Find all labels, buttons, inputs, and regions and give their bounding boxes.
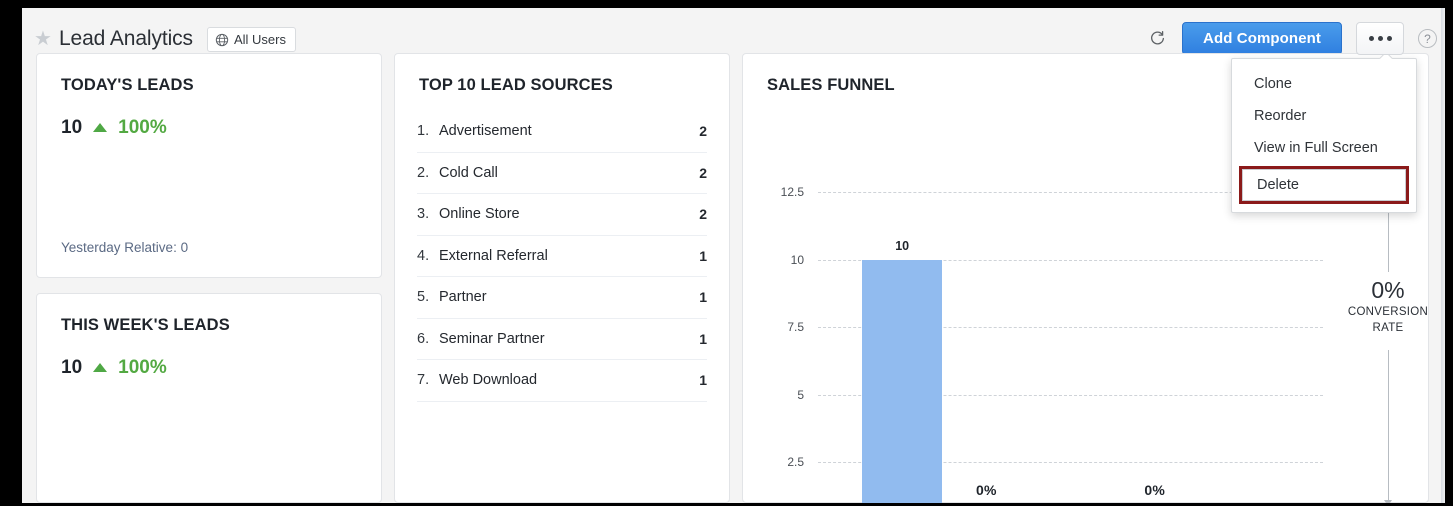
conversion-rate-value: 0% bbox=[1348, 277, 1428, 304]
more-options-button[interactable] bbox=[1356, 22, 1404, 55]
funnel-step-percent: 0% bbox=[976, 482, 997, 498]
todays-leads-card: TODAY'S LEADS 10 100% Yesterday Relative… bbox=[36, 53, 382, 278]
conversion-arrow-icon bbox=[1384, 500, 1392, 503]
lead-source-name: Online Store bbox=[439, 206, 699, 222]
chart-bar[interactable] bbox=[862, 260, 942, 503]
lead-source-row[interactable]: 5.Partner1 bbox=[417, 277, 707, 319]
lead-source-rank: 5. bbox=[417, 289, 439, 305]
ellipsis-dot bbox=[1369, 36, 1374, 41]
top-lead-sources-title: TOP 10 LEAD SOURCES bbox=[395, 54, 729, 95]
lead-source-row[interactable]: 3.Online Store2 bbox=[417, 194, 707, 236]
conversion-rate-label: RATE bbox=[1348, 321, 1428, 336]
this-weeks-leads-title: THIS WEEK'S LEADS bbox=[37, 294, 381, 335]
lead-source-name: Seminar Partner bbox=[439, 331, 699, 347]
menu-item-clone[interactable]: Clone bbox=[1232, 68, 1416, 100]
refresh-button[interactable] bbox=[1146, 28, 1168, 50]
chart-y-axis-tick: 5 bbox=[797, 388, 804, 402]
todays-leads-trend: 100% bbox=[118, 117, 167, 139]
this-weeks-leads-kpi: 10 100% bbox=[37, 335, 381, 379]
lead-source-count: 2 bbox=[699, 165, 707, 181]
this-weeks-leads-value: 10 bbox=[61, 357, 82, 379]
todays-leads-value: 10 bbox=[61, 117, 82, 139]
lead-source-rank: 7. bbox=[417, 372, 439, 388]
lead-source-name: Web Download bbox=[439, 372, 699, 388]
lead-source-count: 1 bbox=[699, 331, 707, 347]
lead-source-rank: 3. bbox=[417, 206, 439, 222]
conversion-connector-line bbox=[1388, 350, 1389, 502]
chart-y-axis-tick: 7.5 bbox=[787, 320, 804, 334]
add-component-button[interactable]: Add Component bbox=[1182, 22, 1342, 55]
trend-up-icon bbox=[93, 123, 107, 132]
conversion-rate-block: 0%CONVERSIONRATE bbox=[1348, 277, 1428, 336]
funnel-step-percent: 0% bbox=[1144, 482, 1165, 498]
chart-y-axis-tick: 12.5 bbox=[781, 185, 804, 199]
lead-source-rank: 1. bbox=[417, 123, 439, 139]
ellipsis-dot bbox=[1378, 36, 1383, 41]
conversion-rate-label: CONVERSION bbox=[1348, 305, 1428, 320]
lead-source-row[interactable]: 4.External Referral1 bbox=[417, 236, 707, 278]
lead-sources-list: 1.Advertisement22.Cold Call23.Online Sto… bbox=[395, 95, 729, 402]
page-title: Lead Analytics bbox=[59, 27, 193, 51]
lead-source-rank: 6. bbox=[417, 331, 439, 347]
trend-up-icon bbox=[93, 363, 107, 372]
chart-bar-label: 10 bbox=[895, 239, 909, 253]
ellipsis-dot bbox=[1387, 36, 1392, 41]
lead-source-count: 1 bbox=[699, 372, 707, 388]
lead-source-row[interactable]: 7.Web Download1 bbox=[417, 360, 707, 402]
funnel-step-arrow-icon: → bbox=[1144, 501, 1165, 503]
todays-leads-footer: Yesterday Relative: 0 bbox=[61, 240, 188, 255]
lead-source-name: Advertisement bbox=[439, 123, 699, 139]
funnel-step-transition: 0% → bbox=[976, 482, 997, 503]
funnel-step-arrow-icon: → bbox=[976, 501, 997, 503]
star-icon[interactable]: ★ bbox=[34, 29, 52, 49]
all-users-label: All Users bbox=[234, 32, 286, 47]
menu-item-reorder[interactable]: Reorder bbox=[1232, 100, 1416, 132]
this-weeks-leads-trend: 100% bbox=[118, 357, 167, 379]
lead-source-count: 1 bbox=[699, 289, 707, 305]
top-lead-sources-card: TOP 10 LEAD SOURCES 1.Advertisement22.Co… bbox=[394, 53, 730, 503]
refresh-icon bbox=[1149, 30, 1166, 47]
todays-leads-kpi: 10 100% bbox=[37, 95, 381, 139]
lead-source-rank: 4. bbox=[417, 248, 439, 264]
header-right-group: Add Component ? bbox=[1146, 22, 1441, 55]
chart-y-axis-tick: 10 bbox=[791, 253, 804, 267]
all-users-scope-button[interactable]: All Users bbox=[207, 27, 296, 52]
menu-item-delete[interactable]: Delete bbox=[1239, 166, 1409, 204]
lead-source-row[interactable]: 2.Cold Call2 bbox=[417, 153, 707, 195]
funnel-step-transition: 0% → bbox=[1144, 482, 1165, 503]
lead-source-rank: 2. bbox=[417, 165, 439, 181]
lead-source-name: Cold Call bbox=[439, 165, 699, 181]
todays-leads-title: TODAY'S LEADS bbox=[37, 54, 381, 95]
chart-y-axis-tick: 2.5 bbox=[787, 455, 804, 469]
dashboard-screen: ★ Lead Analytics All Users Add Component bbox=[22, 8, 1445, 503]
lead-source-count: 1 bbox=[699, 248, 707, 264]
help-button[interactable]: ? bbox=[1418, 29, 1437, 48]
menu-item-view-full-screen[interactable]: View in Full Screen bbox=[1232, 132, 1416, 164]
component-options-menu: Clone Reorder View in Full Screen Delete bbox=[1231, 58, 1417, 213]
lead-source-row[interactable]: 6.Seminar Partner1 bbox=[417, 319, 707, 361]
lead-source-name: Partner bbox=[439, 289, 699, 305]
lead-source-count: 2 bbox=[699, 123, 707, 139]
lead-source-row[interactable]: 1.Advertisement2 bbox=[417, 111, 707, 153]
this-weeks-leads-card: THIS WEEK'S LEADS 10 100% bbox=[36, 293, 382, 503]
globe-icon bbox=[215, 33, 229, 47]
lead-source-count: 2 bbox=[699, 206, 707, 222]
header-left-group: ★ Lead Analytics All Users bbox=[34, 26, 296, 51]
lead-source-name: External Referral bbox=[439, 248, 699, 264]
